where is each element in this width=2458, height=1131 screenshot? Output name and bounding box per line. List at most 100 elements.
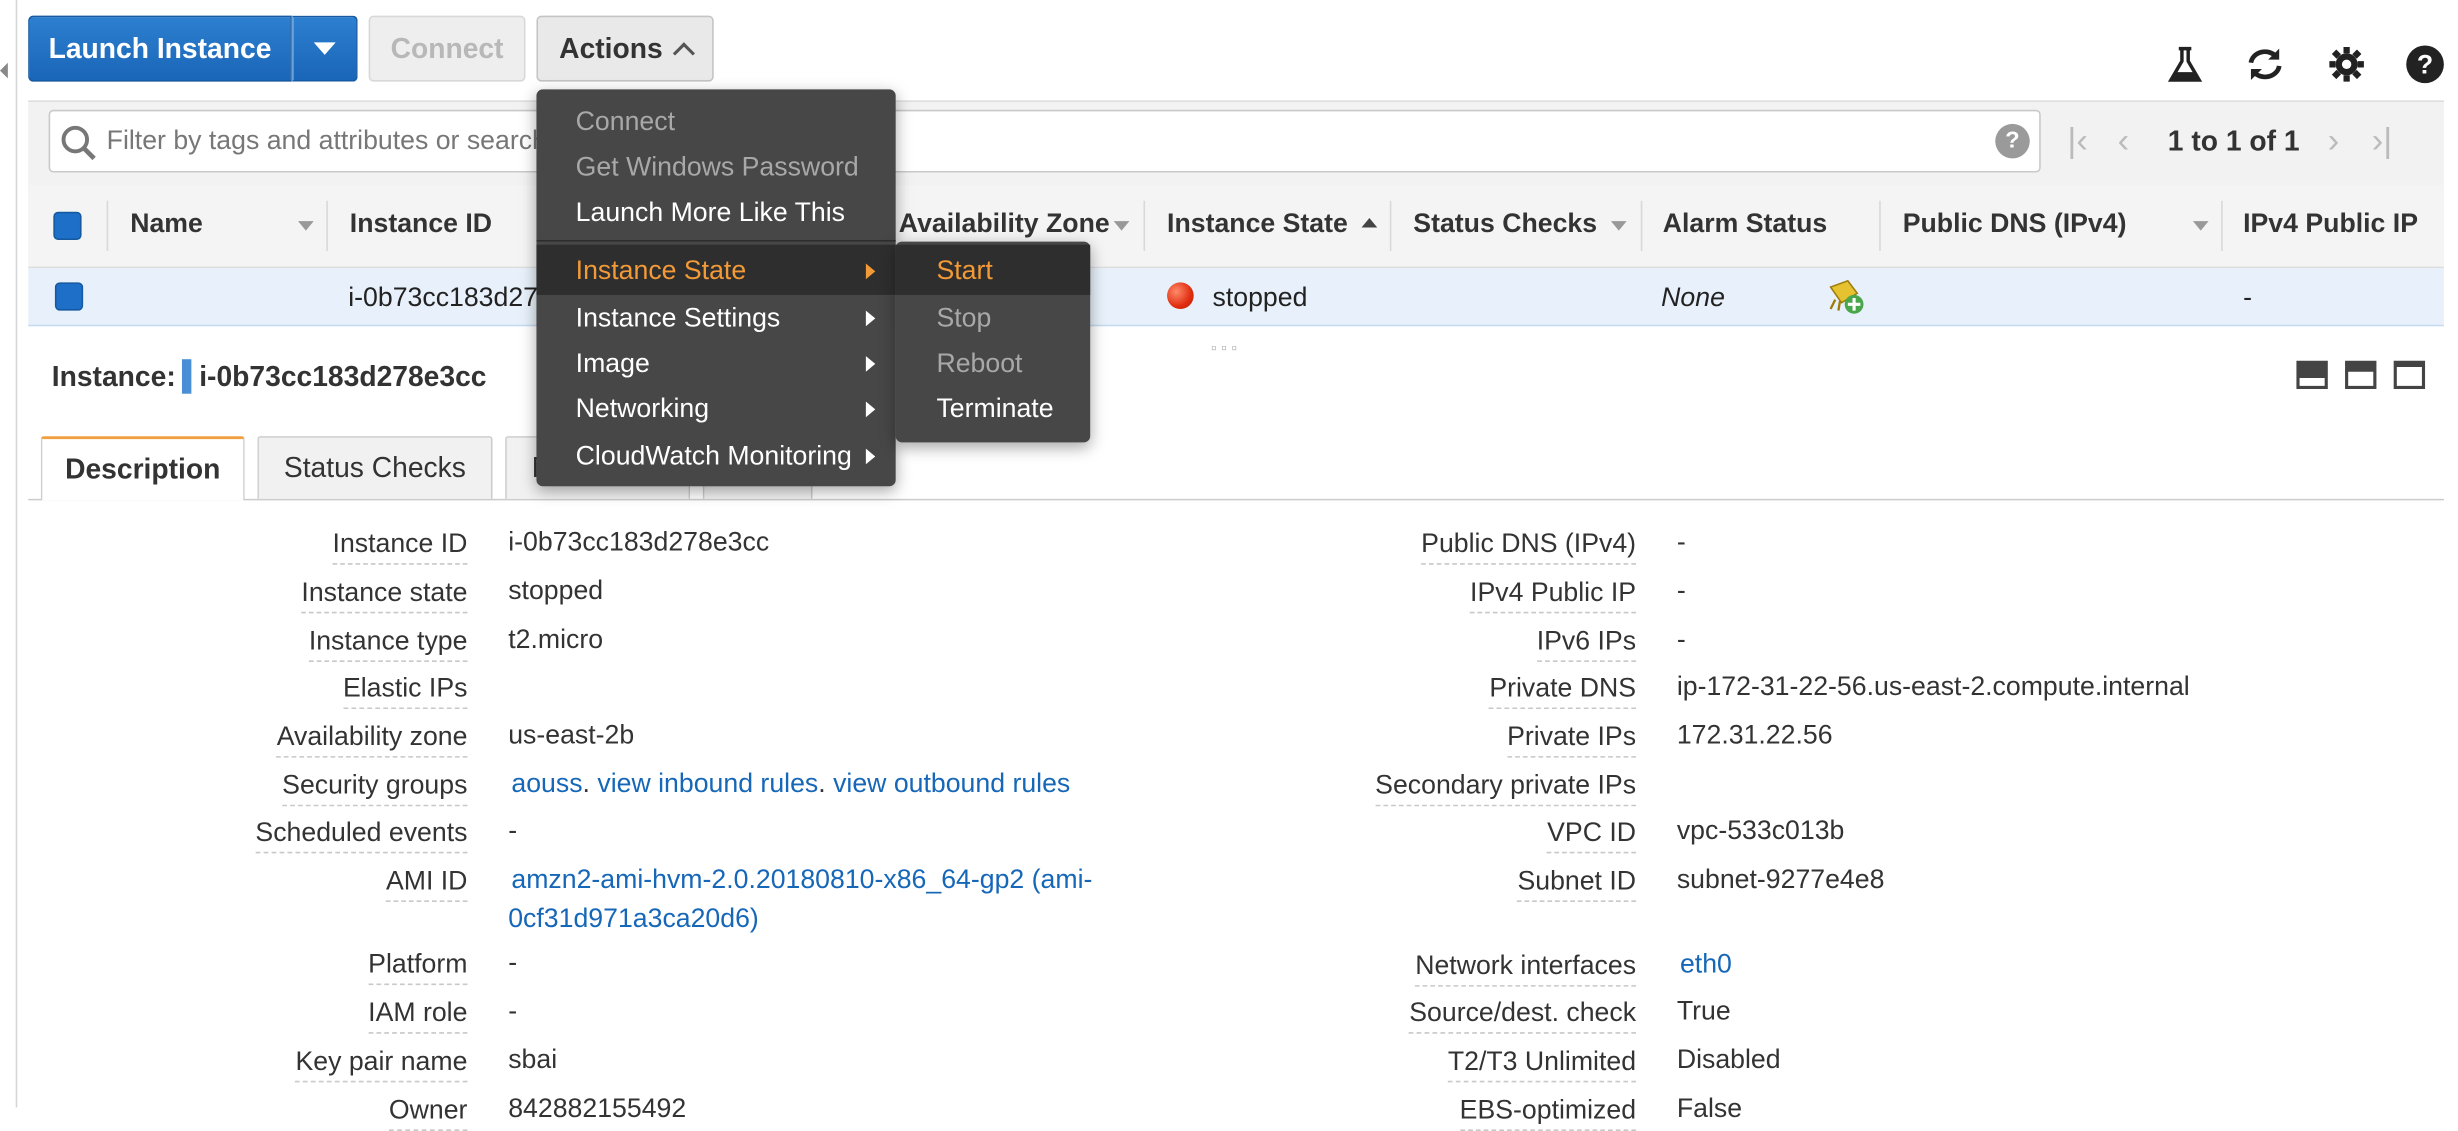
menu-item-launch-more-like-this[interactable]: Launch More Like This: [576, 198, 845, 229]
value-ipv4-public-ip: -: [1676, 575, 1686, 606]
menu-separator: [536, 239, 896, 242]
value-scheduled-events: -: [508, 815, 518, 846]
column-header-public-dns[interactable]: Public DNS (IPv4): [1903, 209, 2127, 240]
left-panel-edge: [15, 0, 18, 1108]
label-iam-role: IAM role: [368, 998, 468, 1034]
menu-item-image[interactable]: Image: [576, 348, 650, 379]
column-header-ipv4-public-ip[interactable]: IPv4 Public IP: [2243, 209, 2418, 240]
help-icon[interactable]: ?: [2402, 41, 2449, 88]
actions-button[interactable]: Actions: [536, 15, 714, 82]
label-platform: Platform: [368, 949, 468, 986]
menu-item-networking[interactable]: Networking: [576, 394, 709, 425]
pagination-text: 1 to 1 of 1: [2167, 125, 2300, 157]
last-page-icon[interactable]: ›|: [2372, 123, 2392, 158]
tab-status-checks[interactable]: Status Checks: [257, 436, 493, 499]
value-ebs-optimized: False: [1676, 1093, 1743, 1124]
label-key-pair-name: Key pair name: [295, 1046, 468, 1083]
label-scheduled-events: Scheduled events: [255, 817, 468, 854]
menu-item-connect[interactable]: Connect: [576, 107, 675, 138]
label-ipv6-ips: IPv6 IPs: [1536, 626, 1637, 662]
label-private-dns: Private DNS: [1489, 673, 1637, 710]
previous-page-icon[interactable]: ‹: [2118, 123, 2129, 158]
value-key-pair-name: sbai: [508, 1044, 558, 1075]
launch-options-dropdown[interactable]: [291, 15, 358, 82]
submenu-item-start[interactable]: Start: [936, 256, 992, 287]
label-ami-id: AMI ID: [385, 866, 468, 902]
launch-instance-button[interactable]: Launch Instance: [28, 15, 292, 82]
submenu-arrow-icon: [865, 310, 876, 327]
pane-middle-icon[interactable]: [2345, 360, 2377, 390]
submenu-arrow-icon: [865, 448, 876, 465]
column-separator: [1143, 200, 1146, 251]
value-public-dns: -: [1676, 527, 1686, 557]
sort-caret-icon[interactable]: [298, 221, 314, 231]
connect-button[interactable]: Connect: [368, 15, 526, 82]
label-elastic-ips: Elastic IPs: [342, 673, 468, 710]
actions-label: Actions: [559, 32, 663, 64]
menu-item-cloudwatch-monitoring[interactable]: CloudWatch Monitoring: [576, 441, 852, 472]
next-page-icon[interactable]: ›: [2328, 123, 2339, 158]
first-page-icon[interactable]: |‹: [2067, 123, 2087, 158]
column-separator: [1879, 200, 1881, 251]
value-subnet-id: subnet-9277e4e8: [1676, 864, 1885, 895]
view-inbound-rules-link[interactable]: view inbound rules: [597, 769, 818, 799]
value-source-dest-check: True: [1676, 996, 1731, 1026]
tab-underline: [28, 498, 2444, 501]
instance-color-marker: [181, 359, 192, 394]
ami-id-link[interactable]: amzn2-ami-hvm-2.0.20180810-x86_64-gp2 (a…: [511, 864, 1092, 895]
submenu-item-terminate[interactable]: Terminate: [936, 394, 1053, 425]
submenu-item-reboot[interactable]: Reboot: [936, 348, 1022, 379]
sort-caret-icon[interactable]: [1113, 221, 1130, 231]
column-header-status-checks[interactable]: Status Checks: [1413, 209, 1597, 240]
column-header-instance-state[interactable]: Instance State: [1167, 209, 1348, 240]
menu-item-instance-state[interactable]: Instance State: [576, 256, 746, 287]
column-header-availability-zone[interactable]: Availability Zone: [899, 209, 1110, 240]
row-checkbox[interactable]: [54, 282, 84, 311]
value-vpc-id: vpc-533c013b: [1676, 815, 1845, 846]
column-header-alarm-status[interactable]: Alarm Status: [1663, 209, 1828, 240]
pane-top-icon[interactable]: [2393, 360, 2426, 390]
submenu-arrow-icon: [865, 401, 876, 418]
label-instance-state: Instance state: [301, 577, 468, 614]
gear-icon[interactable]: [2323, 41, 2370, 88]
sort-caret-icon[interactable]: [1610, 221, 1627, 231]
value-private-dns: ip-172-31-22-56.us-east-2.compute.intern…: [1676, 671, 2190, 702]
column-separator: [2221, 200, 2223, 251]
submenu-item-stop[interactable]: Stop: [936, 303, 991, 334]
value-instance-id: i-0b73cc183d278e3cc: [508, 527, 770, 557]
value-ipv6-ips: -: [1676, 624, 1686, 655]
value-security-groups: aouss. view inbound rules. view outbound…: [511, 768, 1071, 799]
label-availability-zone: Availability zone: [276, 722, 468, 758]
instance-label: Instance:: [51, 360, 176, 393]
collapse-nav-icon[interactable]: [0, 62, 8, 79]
security-group-link[interactable]: aouss: [511, 769, 582, 799]
column-header-instance-id[interactable]: Instance ID: [350, 209, 492, 240]
column-header-name[interactable]: Name: [130, 209, 203, 240]
flask-icon[interactable]: [2162, 41, 2209, 88]
create-alarm-icon[interactable]: [1826, 278, 1867, 323]
row-public-ip: -: [2243, 282, 2252, 313]
ami-id-link-continued[interactable]: 0cf31d971a3ca20d6): [508, 904, 759, 935]
row-instance-id: i-0b73cc183d278e3cc: [348, 282, 552, 313]
select-all-checkbox[interactable]: [53, 211, 82, 240]
label-instance-type: Instance type: [308, 626, 468, 662]
menu-item-instance-settings[interactable]: Instance Settings: [576, 303, 781, 334]
pane-bottom-icon[interactable]: [2296, 360, 2328, 390]
sort-caret-icon[interactable]: [2192, 221, 2209, 231]
chevron-up-icon: [672, 41, 695, 64]
resize-grip-icon[interactable]: ▫▫▫: [1211, 340, 1242, 357]
refresh-icon[interactable]: [2242, 41, 2289, 88]
sort-ascending-icon[interactable]: [1361, 218, 1378, 228]
tab-description[interactable]: Description: [40, 436, 245, 501]
instance-title: i-0b73cc183d278e3cc: [199, 360, 487, 393]
label-instance-id: Instance ID: [332, 529, 468, 565]
value-availability-zone: us-east-2b: [508, 719, 635, 750]
eth0-link[interactable]: eth0: [1680, 949, 1732, 980]
menu-item-get-windows-password[interactable]: Get Windows Password: [576, 152, 859, 183]
view-outbound-rules-link[interactable]: view outbound rules: [833, 769, 1070, 799]
label-ebs-optimized: EBS-optimized: [1459, 1095, 1637, 1131]
column-separator: [106, 200, 109, 251]
value-private-ips: 172.31.22.56: [1676, 719, 1833, 750]
label-t2-t3-unlimited: T2/T3 Unlimited: [1447, 1046, 1637, 1083]
filter-help-icon[interactable]: ?: [1995, 123, 2030, 159]
